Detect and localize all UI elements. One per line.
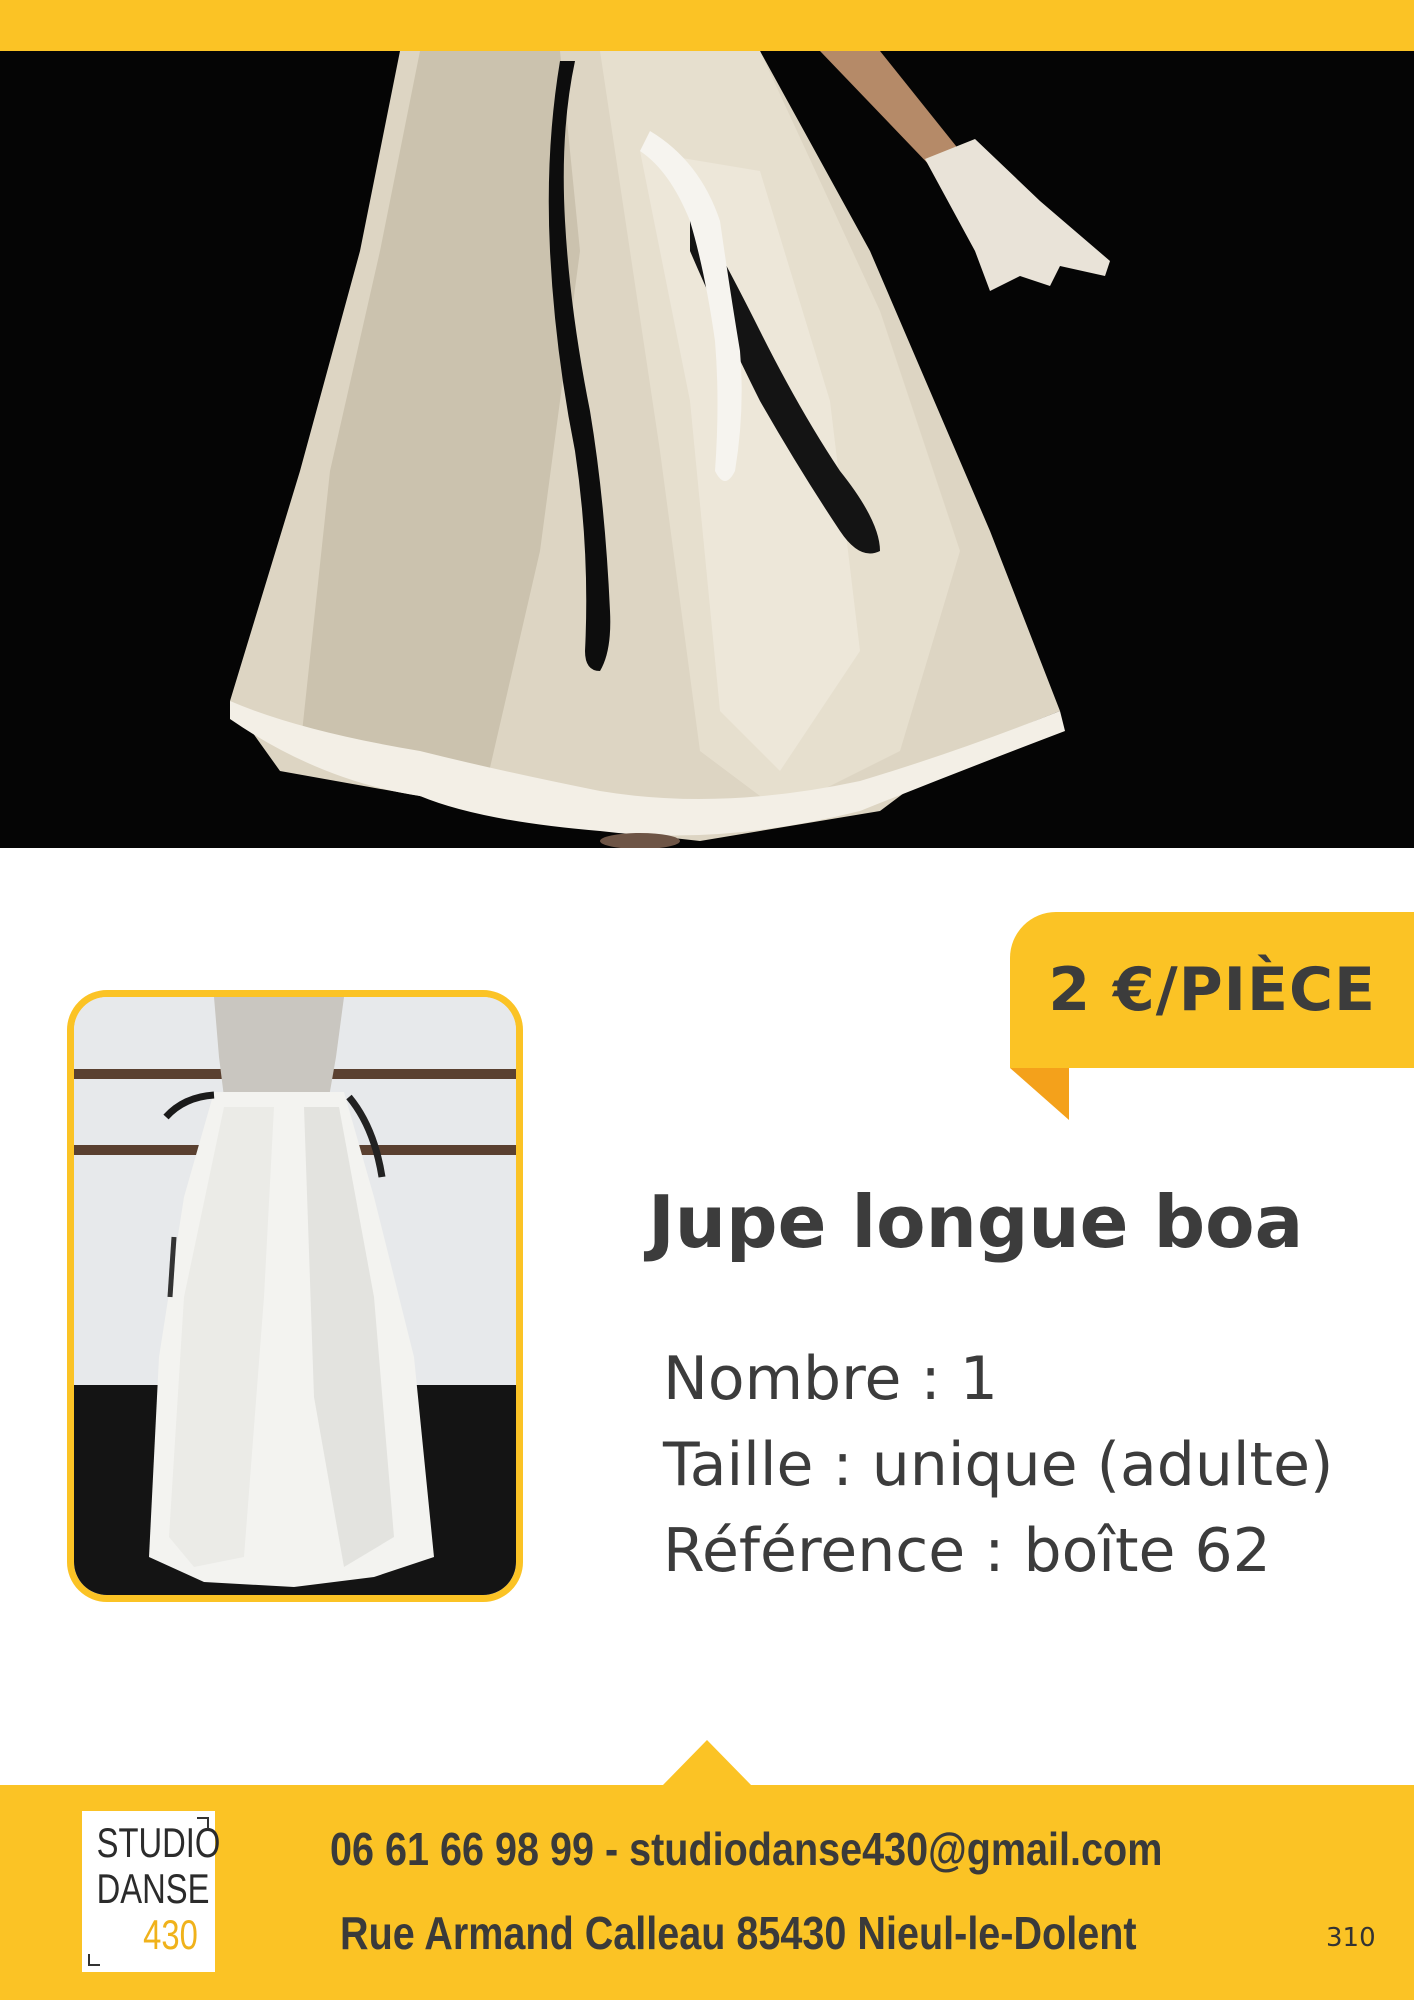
logo-corner-top-right [197, 1817, 209, 1829]
address-line: Rue Armand Calleau 85430 Nieul-le-Dolent [340, 1907, 1137, 1959]
hero-skirt-illustration [0, 51, 1414, 848]
footer-notch [662, 1740, 752, 1786]
studio-logo: STUDIO DANSE 430 [82, 1811, 221, 1972]
detail-size: Taille : unique (adulte) [663, 1430, 1334, 1500]
product-title: Jupe longue boa [648, 1180, 1304, 1264]
logo-line-number: 430 [143, 1911, 198, 1958]
price-tag-fold [1010, 1068, 1069, 1120]
price-label: 2 €/PIÈCE [1048, 955, 1376, 1025]
detail-reference: Référence : boîte 62 [663, 1516, 1271, 1586]
product-thumbnail [67, 990, 523, 1602]
top-accent-bar [0, 0, 1414, 51]
detail-quantity: Nombre : 1 [663, 1344, 998, 1414]
logo-line-danse: DANSE [96, 1865, 210, 1912]
hero-photo [0, 51, 1414, 848]
page-number: 310 [1326, 1923, 1376, 1953]
price-tag: 2 €/PIÈCE [1010, 912, 1414, 1068]
logo-line-studio: STUDIO [96, 1819, 221, 1866]
thumbnail-skirt-on-mannequin [74, 997, 516, 1595]
logo-corner-bottom-left [88, 1954, 100, 1966]
product-details: Nombre : 1 Taille : unique (adulte) Réfé… [663, 1336, 1333, 1594]
contact-line: 06 61 66 98 99 - studiodanse430@gmail.co… [330, 1823, 1163, 1875]
